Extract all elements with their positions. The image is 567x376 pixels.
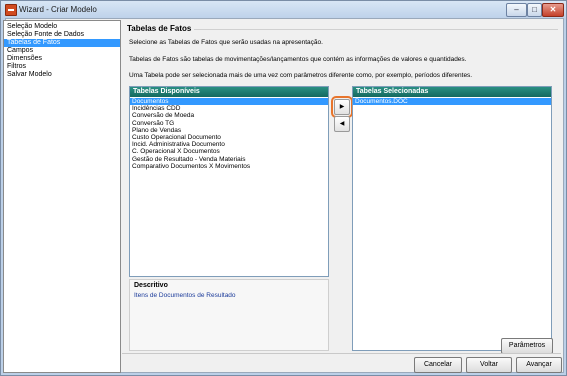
title-divider: [194, 29, 558, 30]
list-item[interactable]: Documentos: [130, 98, 328, 106]
list-item[interactable]: Incidências CDD: [130, 105, 328, 112]
list-item[interactable]: Comparativo Documentos X Movimentos: [130, 163, 328, 170]
list-item[interactable]: Documentos.DOC: [353, 98, 551, 106]
add-table-button[interactable]: ▶: [331, 96, 353, 118]
minimize-button[interactable]: –: [506, 3, 527, 17]
parametros-button[interactable]: Parâmetros: [501, 338, 553, 354]
footer-divider: [122, 353, 561, 354]
list-item[interactable]: Gestão de Resultado - Venda Materiais: [130, 156, 328, 163]
list-item[interactable]: Custo Operacional Documento: [130, 134, 328, 141]
intro-text-3: Uma Tabela pode ser selecionada mais de …: [129, 72, 473, 79]
description-title: Descritivo: [134, 282, 168, 289]
list-item[interactable]: C. Operacional X Documentos: [130, 148, 328, 155]
triangle-right-icon: ▶: [339, 104, 345, 110]
window-title: Wizard - Criar Modelo: [19, 5, 97, 14]
intro-text-2: Tabelas de Fatos são tabelas de moviment…: [129, 56, 467, 63]
list-item[interactable]: Conversão de Moeda: [130, 112, 328, 119]
next-button[interactable]: Avançar: [516, 357, 562, 373]
wizard-body: Seleção Modelo Seleção Fonte de Dados Ta…: [3, 18, 564, 373]
nav-item-campos[interactable]: Campos: [4, 47, 120, 55]
selected-tables-header: Tabelas Selecionadas: [353, 87, 551, 97]
list-item[interactable]: Plano de Vendas: [130, 127, 328, 134]
available-tables-header: Tabelas Disponíveis: [130, 87, 328, 97]
title-bar: Wizard - Criar Modelo – □ ✕: [1, 1, 566, 18]
list-item[interactable]: Incid. Administrativa Documento: [130, 141, 328, 148]
wizard-window: Wizard - Criar Modelo – □ ✕ Seleção Mode…: [0, 0, 567, 376]
description-text: Itens de Documentos de Resultado: [134, 292, 236, 299]
nav-item-tabelas-de-fatos[interactable]: Tabelas de Fatos: [4, 39, 120, 47]
nav-item-filtros[interactable]: Filtros: [4, 63, 120, 71]
list-item[interactable]: Conversão TG: [130, 120, 328, 127]
cancel-button[interactable]: Cancelar: [414, 357, 462, 373]
remove-table-button[interactable]: ◀: [334, 116, 350, 132]
nav-item-selecao-fonte-de-dados[interactable]: Seleção Fonte de Dados: [4, 31, 120, 39]
nav-item-salvar-modelo[interactable]: Salvar Modelo: [4, 71, 120, 79]
available-tables-list[interactable]: Tabelas Disponíveis Documentos Incidênci…: [129, 86, 329, 277]
back-button[interactable]: Voltar: [466, 357, 512, 373]
page-title: Tabelas de Fatos: [127, 24, 192, 33]
maximize-button[interactable]: □: [527, 3, 542, 17]
selected-tables-list[interactable]: Tabelas Selecionadas Documentos.DOC: [352, 86, 552, 351]
description-panel: Descritivo Itens de Documentos de Result…: [129, 279, 329, 351]
nav-item-selecao-modelo[interactable]: Seleção Modelo: [4, 23, 120, 31]
wizard-step-list[interactable]: Seleção Modelo Seleção Fonte de Dados Ta…: [3, 20, 121, 373]
intro-text-1: Selecione as Tabelas de Fatos que serão …: [129, 39, 323, 46]
wizard-app-icon: [5, 4, 17, 16]
nav-item-dimensoes[interactable]: Dimensões: [4, 55, 120, 63]
triangle-left-icon: ◀: [339, 121, 345, 127]
close-button[interactable]: ✕: [542, 3, 564, 17]
